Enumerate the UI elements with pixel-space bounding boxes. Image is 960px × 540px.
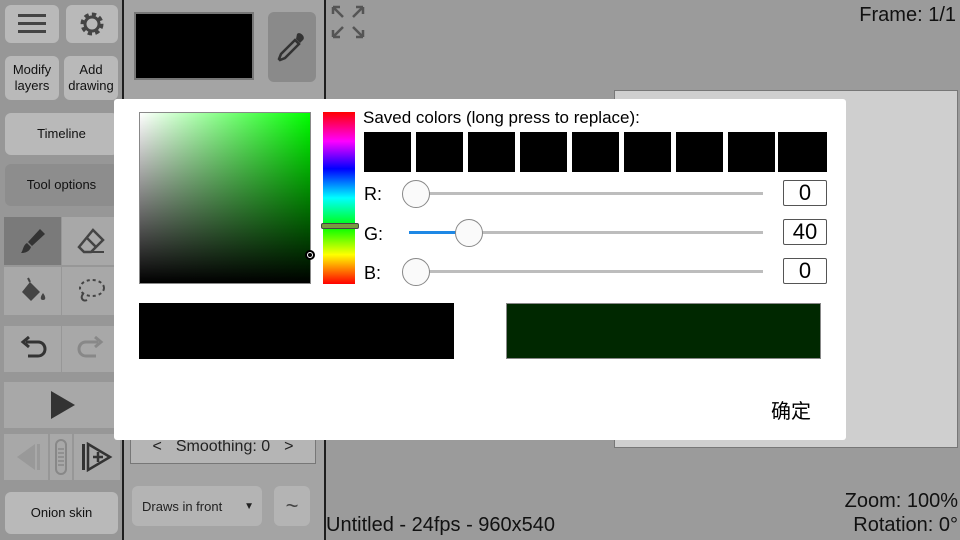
previous-color-swatch	[139, 303, 454, 359]
color-picker-dialog: Saved colors (long press to replace): R:…	[114, 99, 846, 440]
blue-slider-thumb[interactable]	[402, 258, 430, 286]
tool-options-button[interactable]: Tool options	[5, 164, 118, 206]
saved-color-swatch[interactable]	[572, 132, 619, 172]
frame-counter: Frame: 1/1	[859, 4, 956, 26]
left-toolbar: Modify layers Add drawing Timeline Tool …	[0, 0, 124, 540]
play-button[interactable]	[4, 382, 120, 428]
add-drawing-button[interactable]: Add drawing	[64, 56, 118, 100]
tool-options-label: Tool options	[26, 177, 97, 192]
green-slider-thumb[interactable]	[455, 219, 483, 247]
blue-channel-label: B:	[364, 263, 382, 283]
stroke-stabilizer-button[interactable]: ~	[274, 486, 310, 526]
current-color-swatch[interactable]	[134, 12, 254, 80]
red-slider-track[interactable]	[409, 192, 763, 195]
saved-color-swatch[interactable]	[416, 132, 463, 172]
smoothing-value: Smoothing: 0	[175, 437, 271, 455]
lasso-icon	[79, 279, 105, 302]
add-drawing-label: Add drawing	[68, 62, 114, 93]
saved-color-swatch[interactable]	[624, 132, 671, 172]
red-value-input[interactable]: 0	[783, 180, 827, 206]
smoothing-decrease-button[interactable]: <	[153, 438, 162, 456]
brush-tool-button[interactable]	[4, 217, 61, 265]
add-frame-icon	[82, 442, 113, 472]
undo-icon	[20, 336, 47, 358]
menu-icon	[18, 14, 46, 33]
hue-slider-handle[interactable]	[321, 223, 359, 229]
modify-layers-button[interactable]: Modify layers	[5, 56, 59, 100]
eraser-tool-button[interactable]	[62, 217, 120, 265]
fullscreen-button[interactable]	[330, 4, 366, 45]
onion-skin-label: Onion skin	[30, 505, 93, 520]
redo-button[interactable]	[62, 326, 120, 372]
previous-frame-button[interactable]	[4, 434, 48, 480]
saved-color-swatch[interactable]	[520, 132, 567, 172]
zoom-readout: Zoom: 100%	[844, 490, 958, 512]
new-color-swatch	[506, 303, 821, 359]
saturation-value-handle[interactable]	[305, 250, 315, 260]
wave-icon: ~	[285, 493, 299, 518]
lasso-tool-button[interactable]	[62, 267, 120, 315]
paint-bucket-icon	[21, 277, 45, 301]
timeline-label: Timeline	[37, 126, 86, 141]
saved-color-swatch[interactable]	[364, 132, 411, 172]
ok-button[interactable]: 确定	[765, 393, 817, 426]
brush-icon	[20, 229, 45, 253]
eyedropper-icon	[277, 33, 304, 62]
play-icon	[51, 391, 75, 419]
eraser-icon	[77, 228, 105, 254]
gear-icon	[80, 12, 104, 36]
onion-skin-button[interactable]: Onion skin	[5, 492, 118, 534]
draw-order-dropdown[interactable]: Draws in front ▼	[132, 486, 262, 526]
blue-slider-track[interactable]	[409, 270, 763, 273]
file-info: Untitled - 24fps - 960x540	[326, 514, 556, 536]
saved-color-swatch[interactable]	[778, 132, 827, 172]
red-slider-thumb[interactable]	[402, 180, 430, 208]
red-channel-label: R:	[364, 184, 382, 204]
fill-tool-button[interactable]	[4, 267, 61, 315]
blue-value-input[interactable]: 0	[783, 258, 827, 284]
drag-handle-icon	[55, 439, 67, 475]
draw-order-value: Draws in front	[142, 498, 223, 514]
modify-layers-label: Modify layers	[12, 62, 52, 93]
saved-color-swatch[interactable]	[468, 132, 515, 172]
fullscreen-icon	[331, 5, 365, 39]
green-channel-label: G:	[364, 224, 384, 244]
saved-color-swatch[interactable]	[728, 132, 775, 172]
frame-scrub-handle[interactable]	[50, 434, 72, 480]
smoothing-increase-button[interactable]: >	[284, 438, 293, 456]
settings-button[interactable]	[66, 5, 118, 43]
previous-frame-icon	[17, 444, 40, 470]
eyedropper-button[interactable]	[268, 12, 316, 82]
rotation-readout: Rotation: 0°	[853, 514, 958, 536]
saved-colors-title: Saved colors (long press to replace):	[363, 108, 640, 127]
menu-button[interactable]	[5, 5, 59, 43]
chevron-down-icon: ▼	[244, 500, 254, 512]
add-frame-button[interactable]	[74, 434, 120, 480]
redo-icon	[77, 336, 104, 358]
hue-slider[interactable]	[323, 112, 355, 284]
saturation-value-picker[interactable]	[139, 112, 311, 284]
saved-color-swatch[interactable]	[676, 132, 723, 172]
timeline-button[interactable]: Timeline	[5, 113, 118, 155]
undo-button[interactable]	[4, 326, 61, 372]
green-value-input[interactable]: 40	[783, 219, 827, 245]
